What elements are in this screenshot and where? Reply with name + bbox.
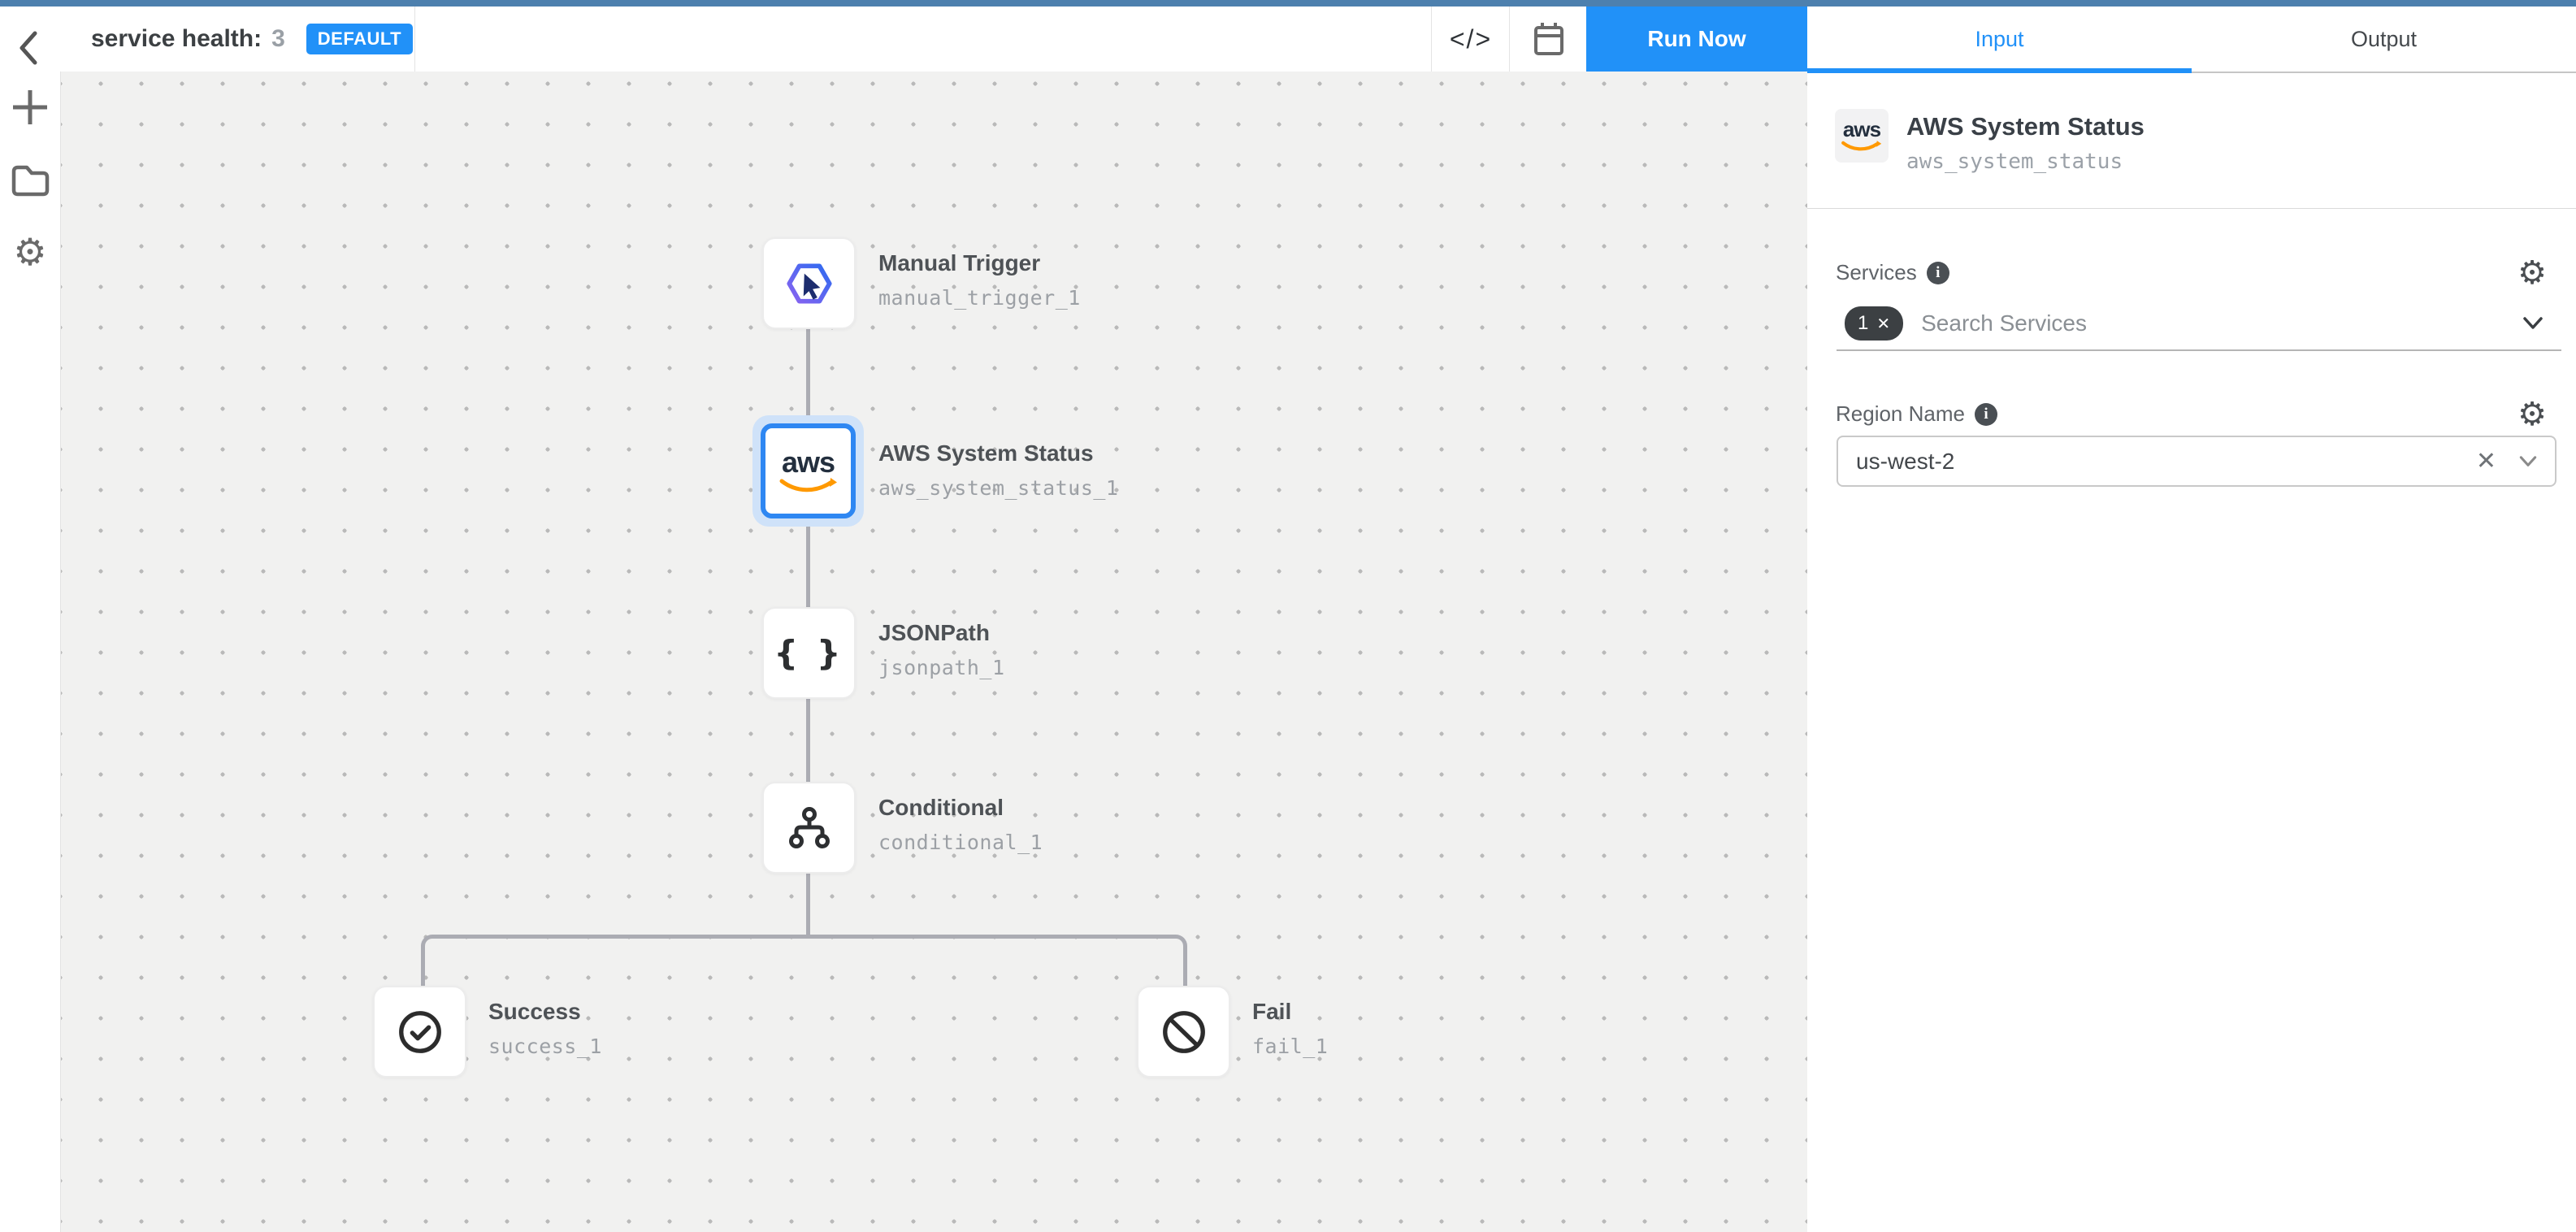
node-fail[interactable] bbox=[1137, 986, 1230, 1078]
chip-remove-icon[interactable]: ✕ bbox=[1876, 314, 1890, 334]
node-manual-trigger[interactable] bbox=[762, 237, 856, 329]
check-circle-icon bbox=[395, 1007, 445, 1057]
left-sidebar: ⚙ bbox=[0, 7, 60, 1232]
topbar-divider bbox=[414, 7, 415, 72]
node-label: Success success_1 bbox=[488, 997, 602, 1058]
services-placeholder: Search Services bbox=[1921, 310, 2521, 336]
folder-icon bbox=[11, 163, 50, 197]
services-settings-button[interactable]: ⚙ bbox=[2514, 255, 2550, 291]
connector-line bbox=[806, 329, 810, 419]
node-title: Conditional bbox=[878, 793, 1043, 822]
panel-divider bbox=[1807, 208, 2576, 209]
calendar-icon bbox=[1529, 20, 1568, 59]
gear-icon: ⚙ bbox=[2517, 257, 2547, 289]
tab-input-label: Input bbox=[1975, 27, 2023, 52]
node-label: AWS System Status aws_system_status_1 bbox=[878, 439, 1118, 500]
settings-button[interactable]: ⚙ bbox=[0, 222, 60, 282]
add-button[interactable] bbox=[0, 77, 60, 137]
region-settings-button[interactable]: ⚙ bbox=[2514, 397, 2550, 432]
node-label: Conditional conditional_1 bbox=[878, 793, 1043, 854]
default-badge: DEFAULT bbox=[306, 24, 413, 54]
chip-count: 1 bbox=[1858, 312, 1868, 335]
top-accent-strip bbox=[0, 0, 2576, 7]
code-icon: </> bbox=[1450, 24, 1492, 54]
workflow-title-group: service health: 3 DEFAULT bbox=[91, 7, 413, 72]
node-title: Manual Trigger bbox=[878, 249, 1081, 278]
workflow-run-count: 3 bbox=[271, 25, 285, 53]
tab-output[interactable]: Output bbox=[2192, 7, 2576, 72]
info-icon[interactable]: i bbox=[1975, 403, 1997, 426]
node-id: manual_trigger_1 bbox=[878, 286, 1081, 310]
selected-count-chip: 1 ✕ bbox=[1845, 306, 1903, 341]
region-label: Region Name bbox=[1836, 401, 1965, 427]
services-select[interactable]: 1 ✕ Search Services bbox=[1837, 297, 2561, 351]
tab-input[interactable]: Input bbox=[1807, 7, 2192, 72]
cursor-hexagon-icon bbox=[783, 257, 836, 310]
active-tab-underline bbox=[1807, 68, 2192, 73]
node-aws-system-status[interactable]: aws bbox=[752, 415, 864, 527]
topbar-divider bbox=[1431, 7, 1432, 72]
node-id: jsonpath_1 bbox=[878, 656, 1005, 679]
gear-icon: ⚙ bbox=[2517, 398, 2547, 431]
node-aws-card: aws bbox=[761, 423, 856, 518]
tab-output-label: Output bbox=[2351, 27, 2417, 52]
services-label: Services bbox=[1836, 260, 1917, 285]
clear-icon[interactable]: ✕ bbox=[2476, 447, 2496, 475]
node-label: Fail fail_1 bbox=[1252, 997, 1328, 1058]
aws-smile-icon bbox=[777, 477, 840, 495]
no-entry-icon bbox=[1159, 1007, 1209, 1057]
node-title: Fail bbox=[1252, 997, 1328, 1026]
branch-connector-right bbox=[809, 935, 1187, 986]
workflow-title: service health: bbox=[91, 25, 262, 53]
node-conditional[interactable] bbox=[762, 782, 856, 874]
chevron-down-icon[interactable] bbox=[2517, 454, 2539, 469]
region-value: us-west-2 bbox=[1856, 449, 2476, 475]
folder-button[interactable] bbox=[0, 150, 60, 210]
panel-title: AWS System Status bbox=[1906, 112, 2144, 141]
inspector-panel: Input Output aws AWS System Status aws_s… bbox=[1807, 7, 2576, 1232]
connector-line bbox=[806, 525, 810, 607]
node-id: success_1 bbox=[488, 1035, 602, 1058]
node-title: JSONPath bbox=[878, 618, 1005, 648]
topbar-divider bbox=[1509, 7, 1510, 72]
back-button[interactable] bbox=[0, 18, 60, 78]
region-label-row: Region Name i bbox=[1836, 401, 1997, 427]
connector-line bbox=[806, 874, 810, 937]
panel-node-icon-tile: aws bbox=[1835, 109, 1889, 163]
services-label-row: Services i bbox=[1836, 260, 1949, 285]
region-select[interactable]: us-west-2 ✕ bbox=[1837, 436, 2556, 487]
node-label: JSONPath jsonpath_1 bbox=[878, 618, 1005, 679]
info-icon[interactable]: i bbox=[1927, 262, 1949, 284]
node-id: conditional_1 bbox=[878, 831, 1043, 854]
top-bar: service health: 3 DEFAULT </> Run Now bbox=[60, 7, 1807, 72]
node-id: fail_1 bbox=[1252, 1035, 1328, 1058]
node-title: Success bbox=[488, 997, 602, 1026]
run-now-button[interactable]: Run Now bbox=[1586, 7, 1807, 72]
workflow-canvas[interactable]: Manual Trigger manual_trigger_1 aws AWS … bbox=[60, 72, 1808, 1232]
panel-subtitle: aws_system_status bbox=[1906, 150, 2123, 174]
node-title: AWS System Status bbox=[878, 439, 1118, 468]
chevron-down-icon[interactable] bbox=[2521, 315, 2545, 332]
aws-logo-icon: aws bbox=[1840, 119, 1884, 153]
aws-logo-text: aws bbox=[1843, 119, 1880, 140]
branch-icon bbox=[783, 804, 835, 852]
node-label: Manual Trigger manual_trigger_1 bbox=[878, 249, 1081, 310]
aws-smile-icon bbox=[1840, 140, 1884, 153]
connector-line bbox=[806, 699, 810, 782]
node-success[interactable] bbox=[373, 986, 466, 1078]
node-id: aws_system_status_1 bbox=[878, 476, 1118, 500]
chevron-left-icon bbox=[14, 27, 46, 69]
node-jsonpath[interactable]: { } bbox=[762, 607, 856, 699]
aws-logo-text: aws bbox=[782, 448, 835, 477]
panel-tab-bar: Input Output bbox=[1807, 7, 2576, 73]
branch-connector-left bbox=[421, 935, 810, 986]
schedule-button[interactable] bbox=[1511, 7, 1587, 72]
code-view-button[interactable]: </> bbox=[1433, 7, 1509, 72]
aws-logo-icon: aws bbox=[777, 448, 840, 495]
plus-icon bbox=[11, 88, 50, 127]
braces-icon: { } bbox=[774, 633, 843, 673]
gear-icon: ⚙ bbox=[13, 233, 46, 271]
